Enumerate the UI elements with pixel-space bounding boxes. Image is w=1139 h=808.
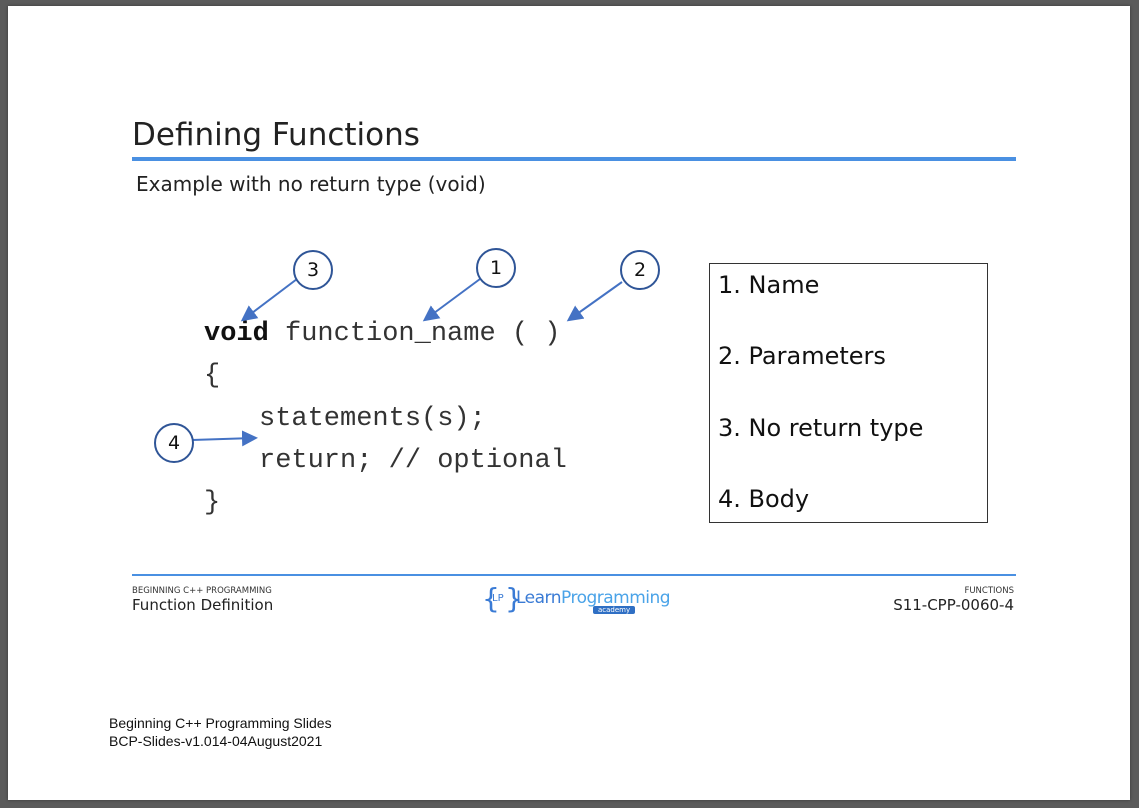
callout-4: 4 [154, 423, 194, 463]
arrow-1 [422, 278, 481, 322]
logo-wordmark: LearnProgramming [516, 588, 671, 608]
code-return: return; // optional [259, 446, 567, 476]
legend-box: 1. Name 2. Parameters 3. No return type … [709, 263, 988, 523]
legend-item-parameters: 2. Parameters [718, 342, 886, 370]
arrow-2 [566, 281, 623, 322]
logo-tag: academy [593, 606, 636, 614]
legend-item-body: 4. Body [718, 485, 810, 513]
code-signature: void function_name ( ) [204, 319, 560, 349]
doc-note-title: Beginning C++ Programming Slides [109, 715, 332, 731]
arrow-3 [240, 278, 298, 322]
logo-mark: LP [492, 593, 504, 604]
doc-note-version: BCP-Slides-v1.014-04August2021 [109, 733, 323, 749]
callout-1: 1 [476, 248, 516, 288]
footer-slide-id: S11-CPP-0060-4 [893, 596, 1014, 614]
callout-2: 2 [620, 250, 660, 290]
footer-course-label: BEGINNING C++ PROGRAMMING [132, 586, 272, 596]
title-underline [132, 157, 1016, 161]
code-function-name: function_name ( ) [268, 319, 561, 349]
slide-page: Defining Functions Example with no retur… [8, 6, 1130, 800]
code-statements: statements(s); [259, 404, 486, 434]
code-close-brace: } [204, 488, 221, 518]
code-open-brace: { [204, 361, 221, 391]
arrow-4 [191, 430, 258, 447]
code-keyword-void: void [204, 319, 269, 349]
slide-subtitle: Example with no return type (void) [136, 172, 486, 196]
legend-item-name: 1. Name [718, 271, 820, 299]
footer-topic-label: FUNCTIONS [964, 586, 1014, 596]
learnprogramming-logo: { LP } LearnProgramming academy [482, 582, 671, 618]
footer-rule [132, 574, 1016, 576]
footer-section-title: Function Definition [132, 596, 274, 614]
callout-3: 3 [293, 250, 333, 290]
slide-title: Defining Functions [132, 117, 420, 153]
legend-item-no-return-type: 3. No return type [718, 414, 924, 442]
